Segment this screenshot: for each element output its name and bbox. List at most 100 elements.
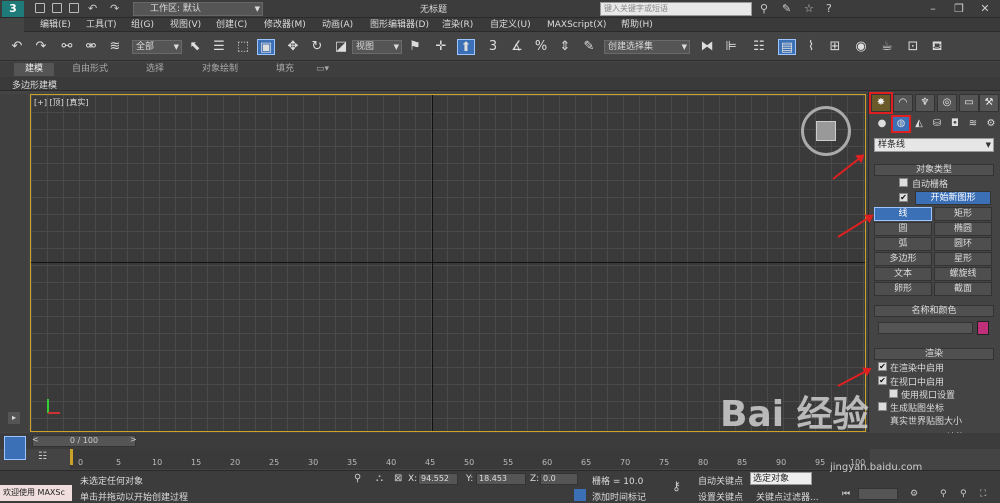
goto-start-icon[interactable]: ⏮ [842,489,850,499]
slider-right-arrow-icon[interactable]: > [130,435,137,444]
select-by-name-icon[interactable]: ☰ [210,39,228,55]
undo-icon[interactable]: ↶ [8,39,26,55]
binoculars-icon[interactable]: ⚲ [760,2,768,15]
redo-icon[interactable]: ↷ [32,39,50,55]
category-dropdown[interactable]: 样条线 [874,138,994,152]
time-config-icon[interactable]: ⚙ [910,489,918,499]
ribbon-options-icon[interactable]: ▭▾ [316,63,329,76]
display-tab-icon[interactable]: ▭ [959,94,979,112]
menu-modifiers[interactable]: 修改器(M) [264,18,306,32]
add-time-tag-button[interactable]: 添加时间标记 [592,490,646,503]
unlink-icon[interactable]: ⚮ [82,39,100,55]
z-coordinate-field[interactable]: 0.0 [540,473,578,485]
hierarchy-tab-icon[interactable]: ♆ [915,94,935,112]
auto-grid-checkbox[interactable] [899,178,908,187]
zoom-all-icon[interactable]: ⚲ [960,489,967,499]
section-button[interactable]: 截面 [934,282,992,296]
start-new-shape-checkbox[interactable]: ✔ [899,193,908,202]
auto-key-button[interactable]: 自动关键点 [698,474,743,487]
ngon-button[interactable]: 多边形 [874,252,932,266]
shapes-icon[interactable]: ◍ [891,115,911,133]
start-new-shape-button[interactable]: 开始新图形 [915,191,991,205]
menu-rendering[interactable]: 渲染(R) [442,18,473,32]
circle-button[interactable]: 圆 [874,222,932,236]
egg-button[interactable]: 卵形 [874,282,932,296]
ribbon-tab-modeling[interactable]: 建模 [14,63,54,76]
minimize-button[interactable]: – [920,0,946,18]
rect-region-icon[interactable]: ⬚ [234,39,252,55]
geometry-icon[interactable]: ● [874,117,890,131]
ribbon-tab-selection[interactable]: 选择 [146,63,164,76]
angle-snap-icon[interactable]: ∡ [508,39,526,55]
modify-tab-icon[interactable]: ◠ [893,94,913,112]
schematic-view-icon[interactable]: ⊞ [826,39,844,55]
isolate-icon[interactable]: ⛬ [376,473,383,484]
rollout-rendering[interactable]: 渲染 [874,348,994,360]
lights-icon[interactable]: ◭ [911,117,927,131]
rollout-name-color[interactable]: 名称和颜色 [874,305,994,317]
helix-button[interactable]: 螺旋线 [934,267,992,281]
ribbon-tab-populate[interactable]: 填充 [276,63,294,76]
key-filters-button[interactable]: 关键点过滤器... [756,490,819,503]
menu-create[interactable]: 创建(C) [216,18,247,32]
render-setup-icon[interactable]: ☕ [878,39,896,55]
object-name-input[interactable] [878,322,973,334]
ribbon-tab-object-paint[interactable]: 对象绘制 [202,63,238,76]
app-logo[interactable]: 3 [2,1,24,17]
lock-selection-icon[interactable]: ⚲ [354,473,361,484]
save-file-icon[interactable] [69,3,79,13]
menu-help[interactable]: 帮助(H) [621,18,653,32]
selection-filter-dropdown[interactable]: 全部 [132,40,182,54]
rollout-object-type[interactable]: 对象类型 [874,164,994,176]
menu-maxscript[interactable]: MAXScript(X) [547,18,606,32]
menu-graph-editors[interactable]: 图形编辑器(D) [370,18,429,32]
reference-coord-dropdown[interactable]: 视图 [352,40,402,54]
move-icon[interactable]: ✥ [284,39,302,55]
select-object-icon[interactable]: ⬉ [186,39,204,55]
set-key-button[interactable]: 设置关键点 [698,490,743,503]
key-mode-dropdown[interactable]: 选定对象 [750,472,812,485]
time-slider[interactable]: 0 / 100 [32,435,136,447]
rendered-frame-icon[interactable]: ⊡ [904,39,922,55]
link-icon[interactable]: ⚯ [58,39,76,55]
menu-views[interactable]: 视图(V) [170,18,201,32]
text-button[interactable]: 文本 [874,267,932,281]
align-icon[interactable]: ⊫ [722,39,740,55]
enable-in-renderer-checkbox[interactable]: ✔ [878,362,887,371]
maximize-button[interactable]: ❐ [946,0,972,18]
render-icon[interactable]: ⛾ [928,39,946,55]
percent-snap-icon[interactable]: % [532,39,550,55]
spinner-snap-icon[interactable]: ⇕ [556,39,574,55]
tools-icon[interactable]: ✎ [782,2,791,15]
key-icon[interactable]: ⚷ [672,479,681,493]
ellipse-button[interactable]: 椭圆 [934,222,992,236]
open-file-icon[interactable] [52,3,62,13]
time-tag-icon[interactable] [574,489,586,501]
pivot-icon[interactable]: ⚑ [406,39,424,55]
donut-button[interactable]: 圆环 [934,237,992,251]
menu-edit[interactable]: 编辑(E) [40,18,71,32]
redo-icon[interactable]: ↷ [110,2,119,15]
manipulate-icon[interactable]: ✛ [432,39,450,55]
systems-icon[interactable]: ⚙ [983,117,999,131]
cameras-icon[interactable]: ⛁ [929,117,945,131]
utilities-tab-icon[interactable]: ⚒ [979,94,999,112]
keyboard-shortcut-icon[interactable]: ⬆ [457,39,475,55]
expand-arrow-icon[interactable]: ▸ [8,412,20,424]
current-frame-field[interactable] [858,488,898,500]
help-icon[interactable]: ? [826,2,832,15]
ribbon-tab-freeform[interactable]: 自由形式 [72,63,108,76]
scene-explorer-icon[interactable]: ▤ [778,39,796,55]
spacewarps-icon[interactable]: ≋ [965,117,981,131]
zoom-icon[interactable]: ⚲ [940,489,947,499]
rectangle-button[interactable]: 矩形 [934,207,992,221]
maxscript-listener[interactable]: 欢迎使用 MAXSc [0,485,72,501]
ribbon-subtab-polygon-modeling[interactable]: 多边形建模 [12,78,57,91]
viewport-label[interactable]: [+] [顶] [真实] [34,97,89,108]
slider-left-arrow-icon[interactable]: < [32,435,39,444]
workspace-dropdown[interactable]: 工作区: 默认 [133,2,263,16]
arc-button[interactable]: 弧 [874,237,932,251]
helpers-icon[interactable]: ◘ [947,117,963,131]
layer-manager-icon[interactable]: ☷ [750,39,768,55]
object-color-swatch[interactable] [977,321,989,335]
